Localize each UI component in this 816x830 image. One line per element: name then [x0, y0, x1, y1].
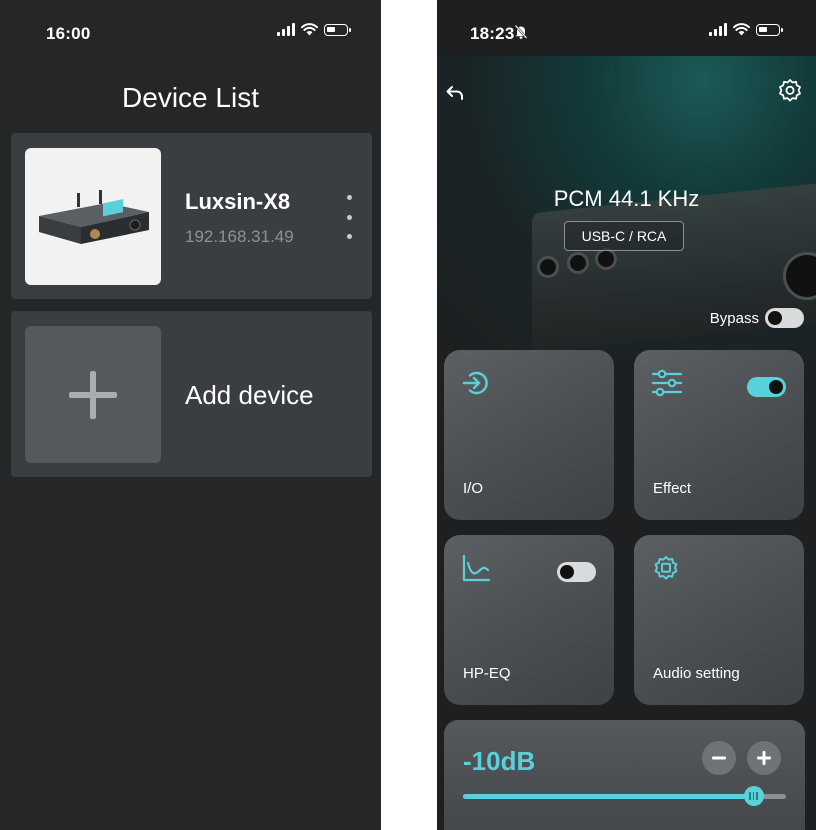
eq-curve-icon [462, 554, 491, 582]
volume-slider[interactable] [463, 786, 786, 806]
io-tile[interactable]: I/O [444, 350, 614, 520]
more-options-icon[interactable] [340, 195, 358, 239]
volume-value: -10dB [463, 746, 536, 776]
add-device-label: Add device [185, 380, 314, 410]
status-bar: 18:23 [437, 0, 816, 64]
volume-up-button[interactable] [747, 741, 781, 775]
bypass-toggle[interactable] [765, 308, 804, 328]
tile-label: Audio setting [653, 665, 740, 682]
audio-format: PCM 44.1 KHz [553, 186, 700, 211]
device-control-screen: 18:23 PCM 44.1 KHz USB-C / RCA Bypass I/… [437, 0, 816, 830]
bypass-control: Bypass [710, 308, 804, 328]
battery-icon [324, 23, 351, 36]
chip-gear-icon [654, 556, 678, 580]
tile-label: Effect [653, 480, 692, 497]
wifi-icon [733, 23, 750, 36]
device-card-luxsin-x8[interactable]: Luxsin-X8 192.168.31.49 [11, 133, 372, 299]
bell-muted-icon [514, 24, 528, 39]
wifi-icon [301, 23, 318, 36]
device-ip: 192.168.31.49 [185, 227, 294, 246]
device-name: Luxsin-X8 [185, 189, 291, 214]
input-source: USB-C / RCA [564, 221, 684, 251]
status-bar: 16:00 [0, 0, 381, 64]
effect-tile[interactable]: Effect [634, 350, 804, 520]
tile-label: HP-EQ [463, 665, 511, 682]
add-device-button[interactable]: Add device [11, 311, 372, 477]
tile-label: I/O [463, 480, 484, 497]
bypass-label: Bypass [709, 309, 759, 327]
volume-slider-fill [463, 794, 754, 799]
settings-gear-icon[interactable] [777, 78, 803, 104]
hp-eq-tile[interactable]: HP-EQ [444, 535, 614, 705]
minus-icon [712, 756, 726, 760]
effect-toggle[interactable] [747, 377, 786, 397]
volume-down-button[interactable] [702, 741, 736, 775]
volume-slider-thumb[interactable] [743, 786, 764, 806]
add-device-tile [25, 326, 161, 463]
device-thumbnail [25, 148, 161, 285]
status-time: 18:23 [470, 24, 515, 43]
audio-setting-tile[interactable]: Audio setting [634, 535, 804, 705]
plus-icon [69, 371, 117, 419]
back-arrow-icon[interactable] [445, 84, 467, 102]
input-arrow-icon [462, 371, 488, 395]
plus-icon [757, 751, 771, 765]
battery-icon [756, 23, 783, 36]
cellular-signal-icon [277, 23, 295, 36]
hp-eq-toggle[interactable] [557, 562, 596, 582]
device-list-screen: 16:00 Device List Luxsin-X8 192.168.31.4… [0, 0, 381, 830]
page-title: Device List [122, 82, 259, 113]
status-time: 16:00 [46, 24, 91, 43]
volume-panel: -10dB [444, 720, 805, 830]
amplifier-image [39, 190, 149, 244]
cellular-signal-icon [709, 23, 727, 36]
sliders-icon [651, 369, 683, 397]
